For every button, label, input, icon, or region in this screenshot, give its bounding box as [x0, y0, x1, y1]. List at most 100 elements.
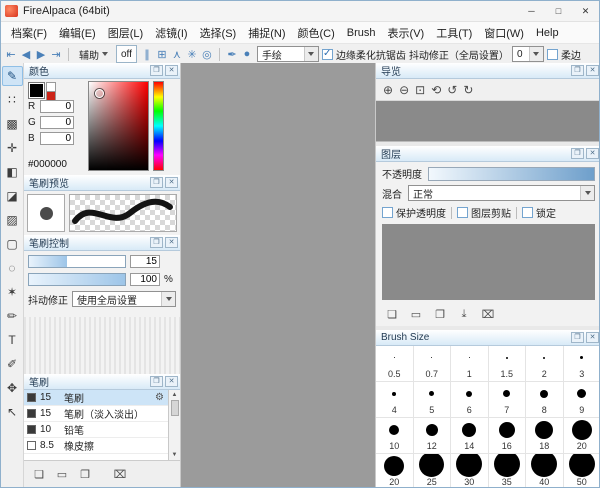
rotate-reset-icon[interactable]: ⟲: [431, 83, 441, 97]
zoom-fit-icon[interactable]: ⊡: [415, 83, 425, 97]
scroll-down-icon[interactable]: ▼: [172, 450, 178, 460]
brush-size-cell[interactable]: 6: [451, 382, 489, 418]
text-tool[interactable]: T: [2, 330, 23, 350]
menu-filter[interactable]: 滤镜(I): [149, 25, 193, 41]
navigator-panel-header[interactable]: 导览 ❐ ✕: [376, 63, 600, 79]
assist-button[interactable]: 辅助: [74, 45, 113, 63]
g-input[interactable]: [40, 116, 74, 129]
brush-item-pen[interactable]: 15笔刷⚙: [24, 390, 180, 406]
close-panel-icon[interactable]: ✕: [586, 65, 599, 76]
nav-next-icon[interactable]: ▶: [34, 46, 48, 62]
nav-last-icon[interactable]: ⇥: [49, 46, 63, 62]
layer-panel-header[interactable]: 图层 ❐ ✕: [376, 146, 600, 162]
brush-size-cell[interactable]: 50: [564, 454, 600, 487]
brush-size-cell[interactable]: 1.5: [489, 346, 527, 382]
float-panel-icon[interactable]: ❐: [150, 237, 163, 248]
antialias-checkbox[interactable]: 边缘柔化抗锯齿: [322, 47, 406, 62]
new-layer-icon[interactable]: ❏: [384, 306, 400, 322]
stabilizer-select[interactable]: 0: [512, 46, 544, 62]
snap-vanishing-icon[interactable]: ⋏: [170, 46, 184, 62]
brush-nib-icon[interactable]: ✒: [225, 46, 239, 62]
brush-size-panel-header[interactable]: Brush Size ❐ ✕: [376, 330, 600, 346]
close-panel-icon[interactable]: ✕: [586, 148, 599, 159]
layer-list[interactable]: [382, 224, 595, 300]
close-panel-icon[interactable]: ✕: [165, 376, 178, 387]
menu-color[interactable]: 颜色(C): [292, 25, 341, 41]
brush-size-input[interactable]: [130, 255, 160, 268]
menu-file[interactable]: 档案(F): [5, 25, 53, 41]
move-tool[interactable]: ✛: [2, 138, 23, 158]
select-rect-tool[interactable]: ▢: [2, 234, 23, 254]
brush-size-cell[interactable]: 25: [414, 454, 452, 487]
brush-list-scrollbar[interactable]: ▲ ▼: [168, 390, 180, 460]
close-panel-icon[interactable]: ✕: [165, 237, 178, 248]
scroll-up-icon[interactable]: ▲: [172, 390, 178, 400]
close-icon[interactable]: ✕: [572, 1, 599, 21]
lasso-tool[interactable]: ◌: [2, 258, 23, 278]
clipping-checkbox[interactable]: 图层剪贴: [457, 205, 511, 220]
delete-layer-icon[interactable]: ⌧: [480, 306, 496, 322]
snap-parallel-icon[interactable]: ∥: [140, 46, 154, 62]
brush-size-cell[interactable]: 20: [376, 454, 414, 487]
snap-radial-icon[interactable]: ✳: [185, 46, 199, 62]
duplicate-layer-icon[interactable]: ❐: [432, 306, 448, 322]
float-panel-icon[interactable]: ❐: [571, 65, 584, 76]
maximize-icon[interactable]: □: [545, 1, 572, 21]
menu-select[interactable]: 选择(S): [194, 25, 243, 41]
stabilizer-mode-select[interactable]: 使用全局设置: [72, 291, 176, 307]
brush-type-select[interactable]: 手绘: [257, 46, 319, 62]
brush-size-cell[interactable]: 0.7: [414, 346, 452, 382]
brush-size-cell[interactable]: 12: [414, 418, 452, 454]
brush-size-cell[interactable]: 3: [564, 346, 600, 382]
protect-alpha-checkbox[interactable]: 保护透明度: [382, 205, 446, 220]
brush-size-cell[interactable]: 20: [564, 418, 600, 454]
select-pen-tool[interactable]: ✏: [2, 306, 23, 326]
r-input[interactable]: [40, 100, 74, 113]
brush-item-fade[interactable]: 15笔刷（淡入淡出）: [24, 406, 180, 422]
snap-off-button[interactable]: off: [116, 45, 137, 63]
menu-brush[interactable]: Brush: [341, 27, 382, 39]
brush-size-cell[interactable]: 2: [526, 346, 564, 382]
float-panel-icon[interactable]: ❐: [150, 65, 163, 76]
menu-tool[interactable]: 工具(T): [430, 25, 478, 41]
menu-view[interactable]: 表示(V): [382, 25, 431, 41]
brush-size-cell[interactable]: 7: [489, 382, 527, 418]
blend-mode-select[interactable]: 正常: [408, 185, 595, 201]
nav-prev-icon[interactable]: ◀: [19, 46, 33, 62]
brush-size-cell[interactable]: 40: [526, 454, 564, 487]
eraser-tool[interactable]: ◪: [2, 186, 23, 206]
brush-size-cell[interactable]: 0.5: [376, 346, 414, 382]
brush-size-cell[interactable]: 16: [489, 418, 527, 454]
close-panel-icon[interactable]: ✕: [165, 65, 178, 76]
saturation-value-picker[interactable]: [88, 81, 149, 171]
gradient-tool[interactable]: ▨: [2, 210, 23, 230]
soft-edge-checkbox[interactable]: 柔边: [547, 47, 581, 62]
title-bar[interactable]: FireAlpaca (64bit) ─ □ ✕: [1, 1, 599, 22]
hand-tool[interactable]: ✥: [2, 378, 23, 398]
hue-slider[interactable]: [153, 81, 164, 171]
scroll-thumb[interactable]: [171, 400, 179, 416]
arrow-tool[interactable]: ↖: [2, 402, 23, 422]
brush-size-cell[interactable]: 18: [526, 418, 564, 454]
merge-down-icon[interactable]: ⤓: [456, 306, 472, 322]
menu-layer[interactable]: 图层(L): [102, 25, 149, 41]
float-panel-icon[interactable]: ❐: [150, 376, 163, 387]
close-panel-icon[interactable]: ✕: [165, 177, 178, 188]
brush-opacity-input[interactable]: [130, 273, 160, 286]
new-layer-folder-icon[interactable]: ▭: [408, 306, 424, 322]
float-panel-icon[interactable]: ❐: [571, 148, 584, 159]
brush-size-cell[interactable]: 30: [451, 454, 489, 487]
minimize-icon[interactable]: ─: [518, 1, 545, 21]
brush-size-cell[interactable]: 8: [526, 382, 564, 418]
snap-crisscross-icon[interactable]: ⊞: [155, 46, 169, 62]
brush-item-eraser[interactable]: 8.5橡皮擦: [24, 438, 180, 454]
brush-size-cell[interactable]: 5: [414, 382, 452, 418]
pen-tool[interactable]: ✎: [2, 66, 23, 86]
snap-circle-icon[interactable]: ◎: [200, 46, 214, 62]
menu-window[interactable]: 窗口(W): [478, 25, 530, 41]
delete-brush-icon[interactable]: ⌧: [112, 466, 128, 482]
eyedropper-tool[interactable]: ✐: [2, 354, 23, 374]
brush-control-panel-header[interactable]: 笔刷控制 ❐ ✕: [24, 235, 180, 251]
duplicate-brush-icon[interactable]: ❐: [77, 466, 93, 482]
brush-size-cell[interactable]: 14: [451, 418, 489, 454]
